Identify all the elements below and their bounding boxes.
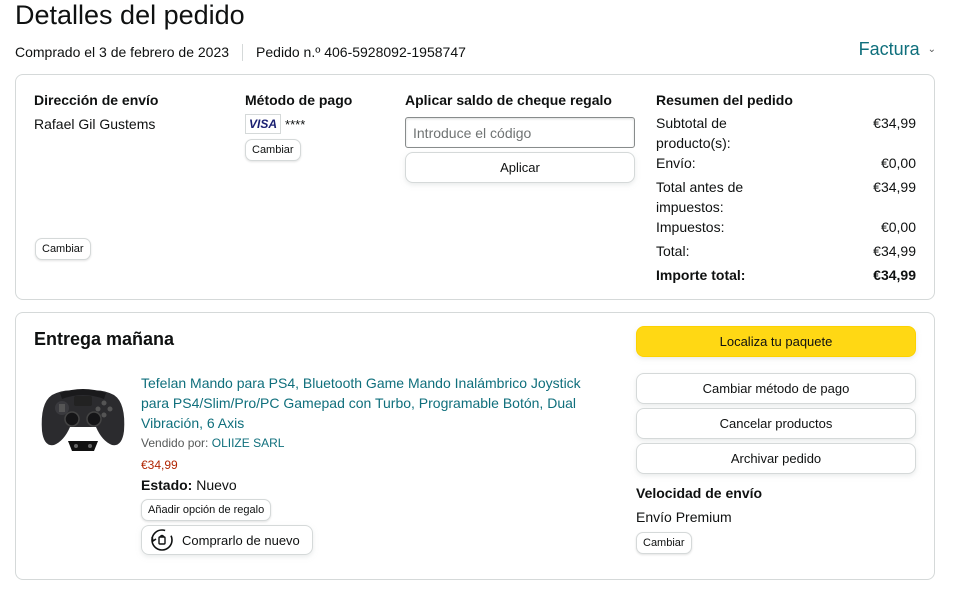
summary-value: €34,99: [873, 179, 916, 195]
summary-row: Envío: €0,00: [656, 153, 916, 173]
buy-again-button[interactable]: Comprarlo de nuevo: [141, 525, 313, 555]
seller-link[interactable]: OLIIZE SARL: [212, 436, 285, 450]
order-info-card: Dirección de envío Rafael Gil Gustems Ca…: [15, 74, 935, 300]
invoice-label: Factura: [858, 39, 920, 59]
shipping-speed-value: Envío Premium: [636, 509, 732, 525]
order-summary-heading: Resumen del pedido: [656, 92, 793, 108]
sold-by: Vendido por: OLIIZE SARL: [141, 436, 284, 450]
sold-by-label: Vendido por:: [141, 436, 209, 450]
product-condition: Estado: Nuevo: [141, 476, 237, 494]
change-payment-button[interactable]: Cambiar: [245, 139, 301, 161]
condition-label: Estado:: [141, 477, 193, 493]
meta-divider: [242, 44, 244, 61]
recipient-name: Rafael Gil Gustems: [34, 116, 156, 132]
summary-value: €34,99: [873, 243, 916, 259]
archive-order-button[interactable]: Archivar pedido: [636, 443, 916, 474]
buy-again-label: Comprarlo de nuevo: [182, 532, 300, 548]
order-meta: Comprado el 3 de febrero de 2023 Pedido …: [15, 44, 466, 61]
add-gift-option-button[interactable]: Añadir opción de regalo: [141, 499, 272, 521]
change-address-button[interactable]: Cambiar: [35, 238, 91, 260]
card-mask: ****: [285, 116, 306, 132]
summary-label: Envío:: [656, 155, 696, 171]
order-number: Pedido n.º 406-5928092-1958747: [256, 44, 466, 60]
summary-row: Subtotal de producto(s): €34,99: [656, 113, 916, 153]
apply-gift-button[interactable]: Aplicar: [405, 152, 635, 183]
summary-label: Total antes de impuestos:: [656, 179, 744, 215]
summary-value: €0,00: [880, 219, 916, 235]
purchase-date: Comprado el 3 de febrero de 2023: [15, 44, 230, 60]
summary-row: Total: €34,99: [656, 241, 916, 261]
summary-value: €34,99: [873, 115, 916, 131]
product-image[interactable]: [38, 381, 128, 457]
summary-value: €0,00: [880, 155, 916, 171]
change-payment-method-button[interactable]: Cambiar método de pago: [636, 373, 916, 404]
change-shipping-speed-button[interactable]: Cambiar: [636, 532, 692, 554]
summary-label: Subtotal de producto(s):: [656, 115, 731, 151]
invoice-dropdown[interactable]: Factura ⌄: [859, 39, 936, 60]
product-title-link[interactable]: Tefelan Mando para PS4, Bluetooth Game M…: [141, 373, 601, 433]
visa-icon: VISA: [245, 114, 282, 134]
summary-row: Total antes de impuestos: €34,99: [656, 177, 916, 217]
shipping-speed-heading: Velocidad de envío: [636, 485, 763, 501]
payment-method-section: Método de pago VISA **** Cambiar: [245, 91, 352, 161]
shipping-address-heading: Dirección de envío: [34, 92, 159, 108]
product-price: €34,99: [141, 458, 178, 472]
gift-card-heading: Aplicar saldo de cheque regalo: [405, 92, 612, 108]
delivery-heading: Entrega mañana: [34, 329, 175, 349]
payment-card: VISA ****: [245, 114, 352, 134]
summary-label: Importe total:: [656, 267, 746, 283]
track-package-button[interactable]: Localiza tu paquete: [636, 326, 916, 357]
buy-again-icon: [151, 529, 173, 551]
summary-grand-total-row: Importe total: €34,99: [656, 265, 916, 285]
page-title: Detalles del pedido: [15, 0, 245, 30]
chevron-down-icon: ⌄: [927, 44, 936, 55]
summary-label: Impuestos:: [656, 219, 725, 235]
payment-method-heading: Método de pago: [245, 92, 353, 108]
gift-code-input[interactable]: [405, 117, 635, 148]
shipping-address-section: Dirección de envío Rafael Gil Gustems: [34, 91, 158, 134]
summary-value: €34,99: [873, 267, 916, 283]
summary-label: Total:: [656, 243, 690, 259]
delivery-card: Entrega mañana Tefelan Mando para PS4, B…: [15, 312, 935, 580]
summary-row: Impuestos: €0,00: [656, 217, 916, 237]
condition-value: Nuevo: [196, 477, 237, 493]
cancel-products-button[interactable]: Cancelar productos: [636, 408, 916, 439]
